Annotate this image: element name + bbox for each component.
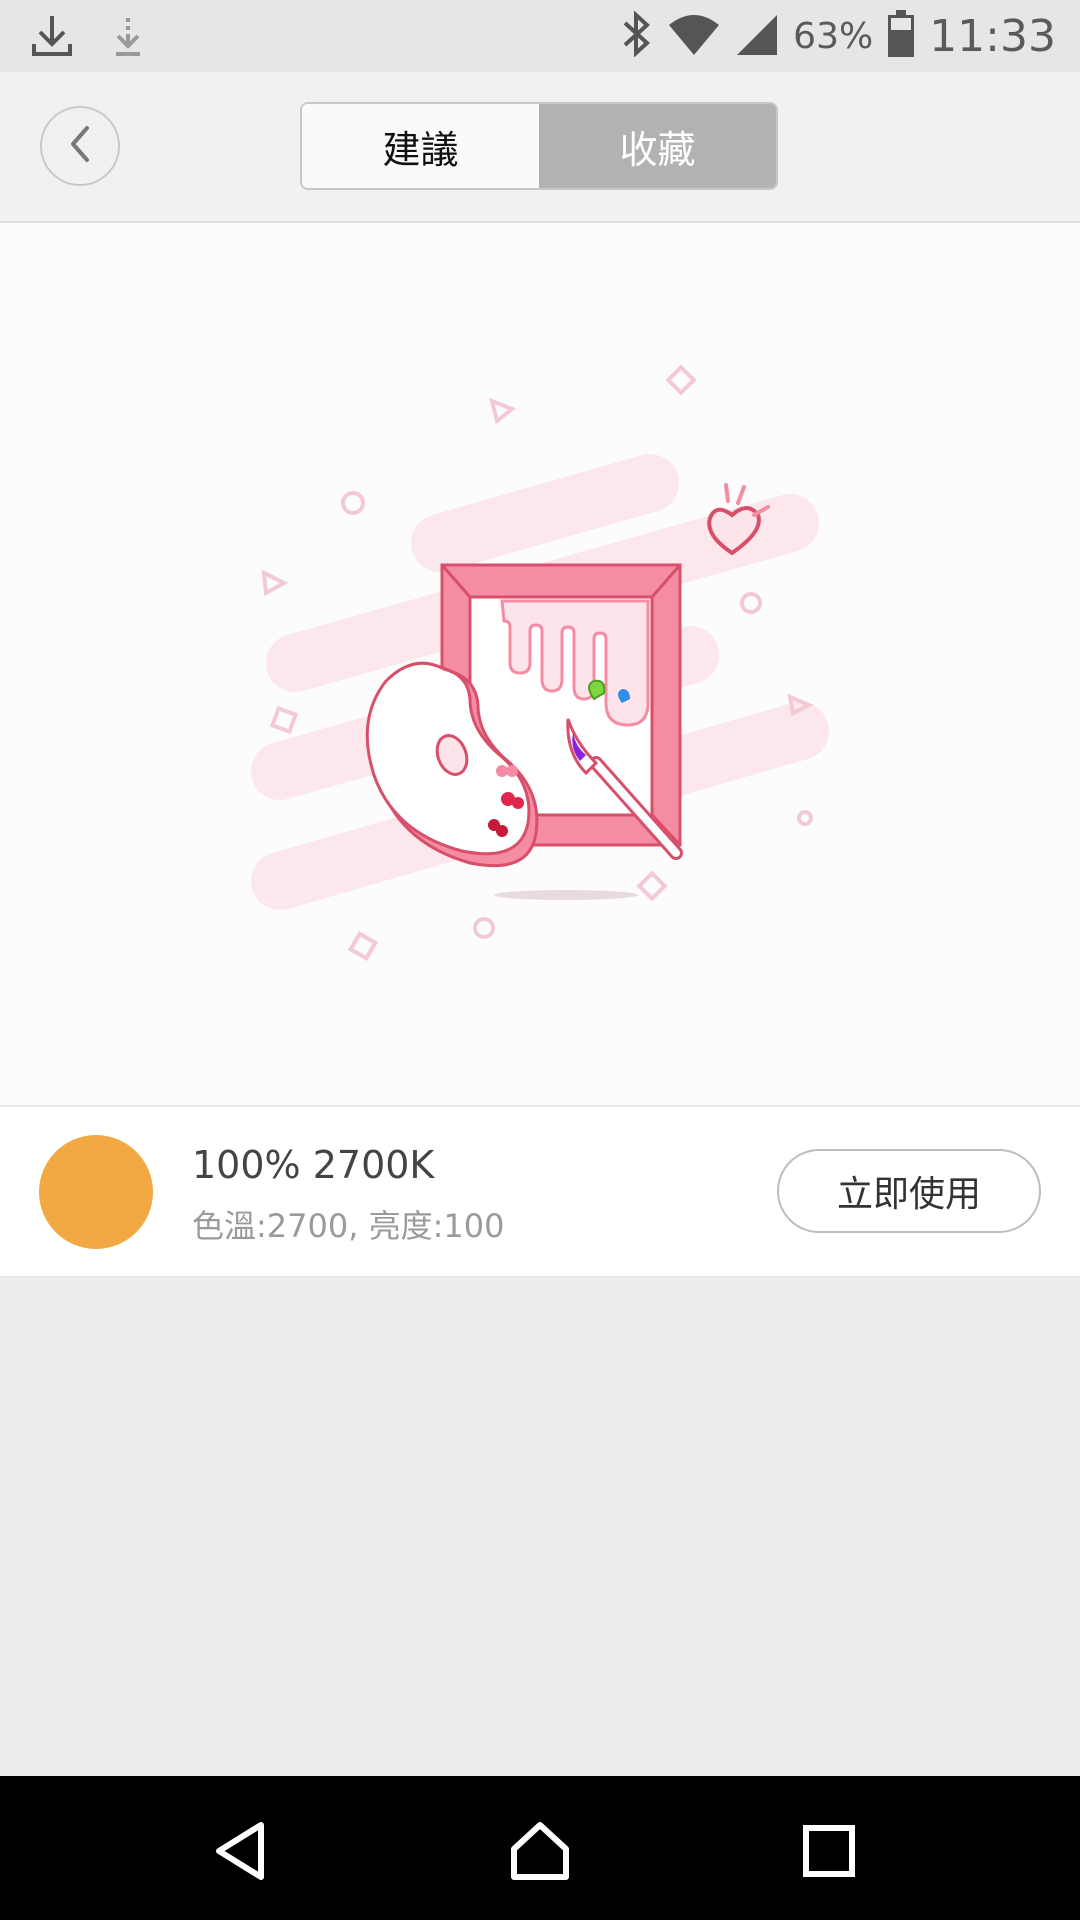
chevron-left-icon: [63, 124, 97, 168]
battery-icon: [887, 10, 915, 62]
back-button[interactable]: [40, 106, 120, 186]
navigation-bar: [0, 1776, 1080, 1920]
palette-frame-illustration: [251, 364, 829, 962]
header: 建議 收藏: [0, 72, 1080, 223]
favorite-title: 100% 2700K: [192, 1143, 435, 1187]
clock: 11:33: [929, 10, 1056, 62]
segmented-control: 建議 收藏: [300, 102, 778, 190]
download-pending-icon: [104, 12, 152, 64]
recents-icon[interactable]: [784, 1806, 874, 1896]
battery-percent: 63%: [793, 15, 874, 57]
favorite-item[interactable]: 100% 2700K 色溫:2700, 亮度:100 立即使用: [0, 1107, 1080, 1277]
signal-icon: [735, 11, 779, 61]
wifi-icon: [667, 11, 721, 61]
home-icon[interactable]: [495, 1806, 585, 1896]
color-swatch: [39, 1135, 153, 1249]
tab-favorites[interactable]: 收藏: [539, 104, 776, 188]
back-triangle-icon[interactable]: [196, 1806, 286, 1896]
status-bar: 63% 11:33: [0, 0, 1080, 72]
download-icon: [28, 12, 76, 64]
empty-illustration-area: [0, 223, 1080, 1107]
bluetooth-icon: [619, 10, 653, 61]
favorite-subtitle: 色溫:2700, 亮度:100: [192, 1207, 505, 1245]
tab-suggestions[interactable]: 建議: [302, 104, 539, 188]
use-now-button[interactable]: 立即使用: [777, 1149, 1041, 1233]
